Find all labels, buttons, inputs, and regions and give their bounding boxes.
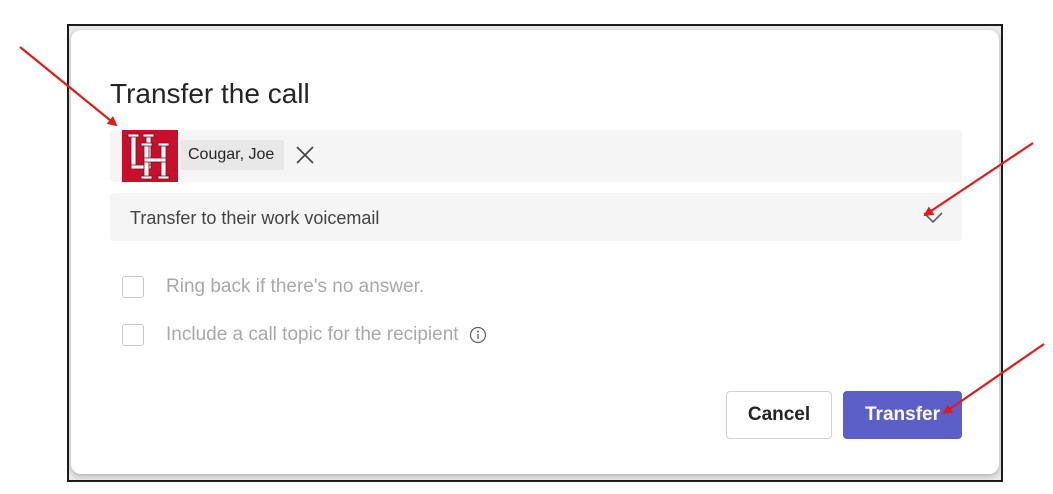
- transfer-button[interactable]: Transfer: [843, 391, 962, 439]
- close-icon: [296, 146, 314, 164]
- call-topic-label: Include a call topic for the recipient: [166, 324, 459, 345]
- dialog-title: Transfer the call: [110, 78, 310, 109]
- screenshot-frame: Transfer the call Cougar, Joe Transfer t…: [67, 24, 1003, 482]
- people-picker[interactable]: Cougar, Joe: [110, 130, 962, 182]
- ring-back-checkbox[interactable]: [122, 276, 144, 298]
- chevron-down-icon: [923, 212, 943, 224]
- transfer-dialog: Transfer the call Cougar, Joe Transfer t…: [71, 30, 999, 474]
- recipient-name: Cougar, Joe: [188, 146, 275, 163]
- remove-recipient-button[interactable]: [293, 143, 317, 167]
- uh-logo: [122, 130, 178, 182]
- info-icon[interactable]: [469, 326, 487, 344]
- recipient-chip: Cougar, Joe: [180, 140, 285, 170]
- cancel-button[interactable]: Cancel: [726, 391, 832, 439]
- avatar: [122, 130, 178, 182]
- ring-back-label: Ring back if there's no answer.: [166, 276, 425, 297]
- transfer-option-dropdown[interactable]: Transfer to their work voicemail: [110, 193, 962, 241]
- dropdown-selected-value: Transfer to their work voicemail: [130, 208, 380, 228]
- call-topic-checkbox[interactable]: [122, 324, 144, 346]
- call-topic-option: Include a call topic for the recipient: [122, 324, 487, 346]
- ring-back-option: Ring back if there's no answer.: [122, 276, 424, 298]
